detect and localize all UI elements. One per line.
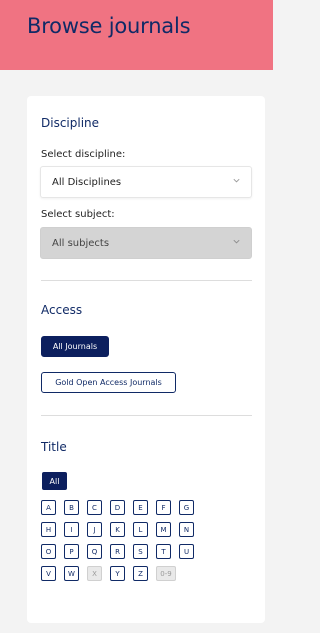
letter-button-o[interactable]: O bbox=[41, 544, 56, 559]
discipline-heading: Discipline bbox=[41, 116, 100, 130]
letter-button-r[interactable]: R bbox=[110, 544, 125, 559]
letter-button-z[interactable]: Z bbox=[133, 566, 148, 581]
letter-button-0-9: 0-9 bbox=[156, 566, 176, 581]
access-all-journals-button[interactable]: All Journals bbox=[41, 336, 109, 357]
letter-button-n[interactable]: N bbox=[179, 522, 194, 537]
letter-button-c[interactable]: C bbox=[87, 500, 102, 515]
letter-button-g[interactable]: G bbox=[179, 500, 194, 515]
letter-button-e[interactable]: E bbox=[133, 500, 148, 515]
access-heading: Access bbox=[41, 303, 83, 317]
page-title: Browse journals bbox=[27, 14, 191, 38]
letter-button-d[interactable]: D bbox=[110, 500, 125, 515]
letter-button-q[interactable]: Q bbox=[87, 544, 102, 559]
letter-button-l[interactable]: L bbox=[133, 522, 148, 537]
discipline-select[interactable]: All Disciplines bbox=[40, 166, 252, 198]
letter-button-p[interactable]: P bbox=[64, 544, 79, 559]
select-subject-label: Select subject: bbox=[41, 209, 115, 220]
subject-select-value: All subjects bbox=[52, 238, 110, 249]
title-all-button[interactable]: All bbox=[42, 472, 67, 490]
letter-button-a[interactable]: A bbox=[41, 500, 56, 515]
subject-select[interactable]: All subjects bbox=[40, 227, 252, 259]
letter-button-h[interactable]: H bbox=[41, 522, 56, 537]
letter-button-i[interactable]: I bbox=[64, 522, 79, 537]
letter-button-k[interactable]: K bbox=[110, 522, 125, 537]
letter-button-s[interactable]: S bbox=[133, 544, 148, 559]
letter-button-v[interactable]: V bbox=[41, 566, 56, 581]
letter-button-m[interactable]: M bbox=[156, 522, 171, 537]
letter-button-w[interactable]: W bbox=[64, 566, 79, 581]
page-header: Browse journals bbox=[0, 0, 273, 70]
chevron-down-icon bbox=[233, 239, 240, 244]
letter-button-j[interactable]: J bbox=[87, 522, 102, 537]
letter-button-y[interactable]: Y bbox=[110, 566, 125, 581]
chevron-down-icon bbox=[233, 178, 240, 183]
letter-button-x: X bbox=[87, 566, 102, 581]
section-divider bbox=[41, 415, 252, 416]
discipline-select-value: All Disciplines bbox=[52, 177, 122, 188]
section-divider bbox=[41, 280, 252, 281]
letter-button-u[interactable]: U bbox=[179, 544, 194, 559]
letter-button-t[interactable]: T bbox=[156, 544, 171, 559]
filter-panel: Discipline Select discipline: All Discip… bbox=[27, 96, 265, 623]
letter-button-b[interactable]: B bbox=[64, 500, 79, 515]
access-gold-open-access-button[interactable]: Gold Open Access Journals bbox=[41, 372, 176, 393]
select-discipline-label: Select discipline: bbox=[41, 149, 126, 160]
title-heading: Title bbox=[41, 440, 67, 454]
letter-button-f[interactable]: F bbox=[156, 500, 171, 515]
